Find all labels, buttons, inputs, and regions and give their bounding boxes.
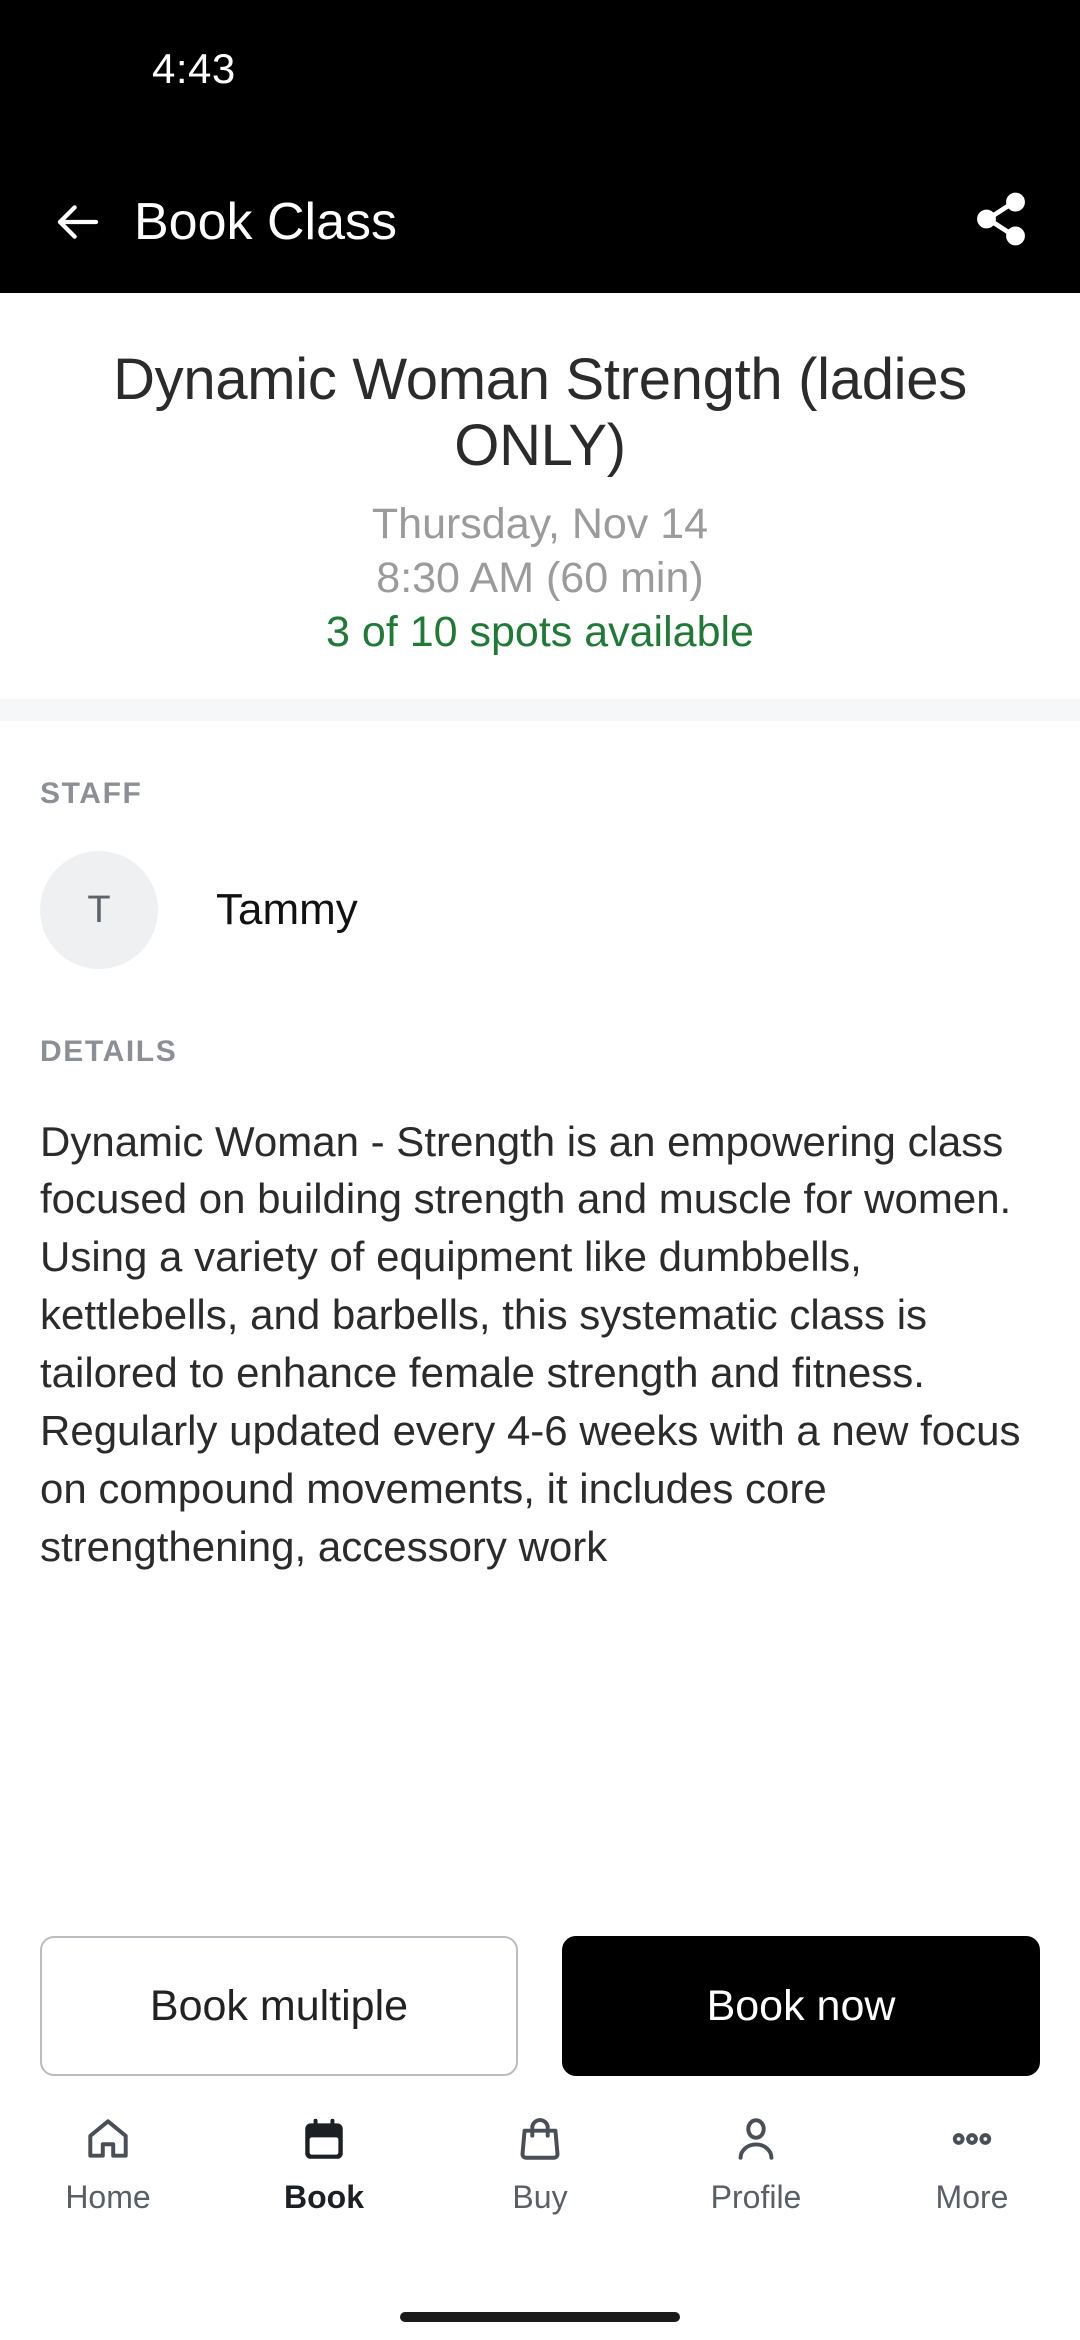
details-section-label: DETAILS [40, 1034, 178, 1068]
more-dots-icon [944, 2111, 1000, 2167]
nav-label-buy: Buy [512, 2179, 568, 2215]
app-bar: Book Class [0, 150, 1080, 293]
share-button[interactable] [966, 187, 1036, 257]
person-icon [728, 2111, 784, 2167]
back-button[interactable] [48, 192, 108, 252]
section-divider [0, 698, 1080, 721]
staff-section-label: STAFF [40, 776, 143, 810]
class-time: 8:30 AM (60 min) [376, 554, 704, 603]
calendar-icon [296, 2111, 352, 2167]
nav-item-profile[interactable]: Profile [648, 2111, 864, 2213]
bag-icon [512, 2111, 568, 2167]
class-spots-available: 3 of 10 spots available [326, 608, 754, 657]
staff-name: Tammy [216, 884, 358, 934]
share-icon [972, 190, 1030, 253]
home-indicator [400, 2312, 680, 2322]
nav-label-more: More [935, 2179, 1009, 2215]
nav-item-book[interactable]: Book [216, 2111, 432, 2213]
nav-label-profile: Profile [710, 2179, 802, 2215]
bottom-navigation: Home Book Buy Profile More [0, 2085, 1080, 2340]
status-bar: 4:43 [0, 0, 1080, 150]
nav-item-buy[interactable]: Buy [432, 2111, 648, 2213]
avatar: T [40, 850, 158, 969]
nav-item-more[interactable]: More [864, 2111, 1080, 2213]
action-bar: Book multiple Book now [0, 1927, 1080, 2085]
nav-item-home[interactable]: Home [0, 2111, 216, 2213]
book-now-button[interactable]: Book now [562, 1936, 1040, 2076]
class-description: Dynamic Woman - Strength is an empowerin… [40, 1117, 1021, 1571]
arrow-left-icon [51, 195, 105, 249]
home-icon [80, 2111, 136, 2167]
app-screen: 4:43 Book Class Dynamic Woman Strength (… [0, 0, 1080, 2340]
class-date: Thursday, Nov 14 [371, 500, 709, 549]
class-summary: Dynamic Woman Strength (ladies ONLY) Thu… [0, 293, 1080, 699]
class-title: Dynamic Woman Strength (ladies ONLY) [113, 347, 967, 478]
status-bar-clock: 4:43 [152, 45, 236, 92]
avatar-initial: T [87, 888, 111, 931]
nav-label-home: Home [65, 2179, 151, 2215]
nav-label-book: Book [284, 2179, 364, 2215]
staff-row[interactable]: T Tammy [40, 850, 1040, 969]
page-title: Book Class [134, 192, 397, 251]
book-multiple-button[interactable]: Book multiple [40, 1936, 518, 2076]
